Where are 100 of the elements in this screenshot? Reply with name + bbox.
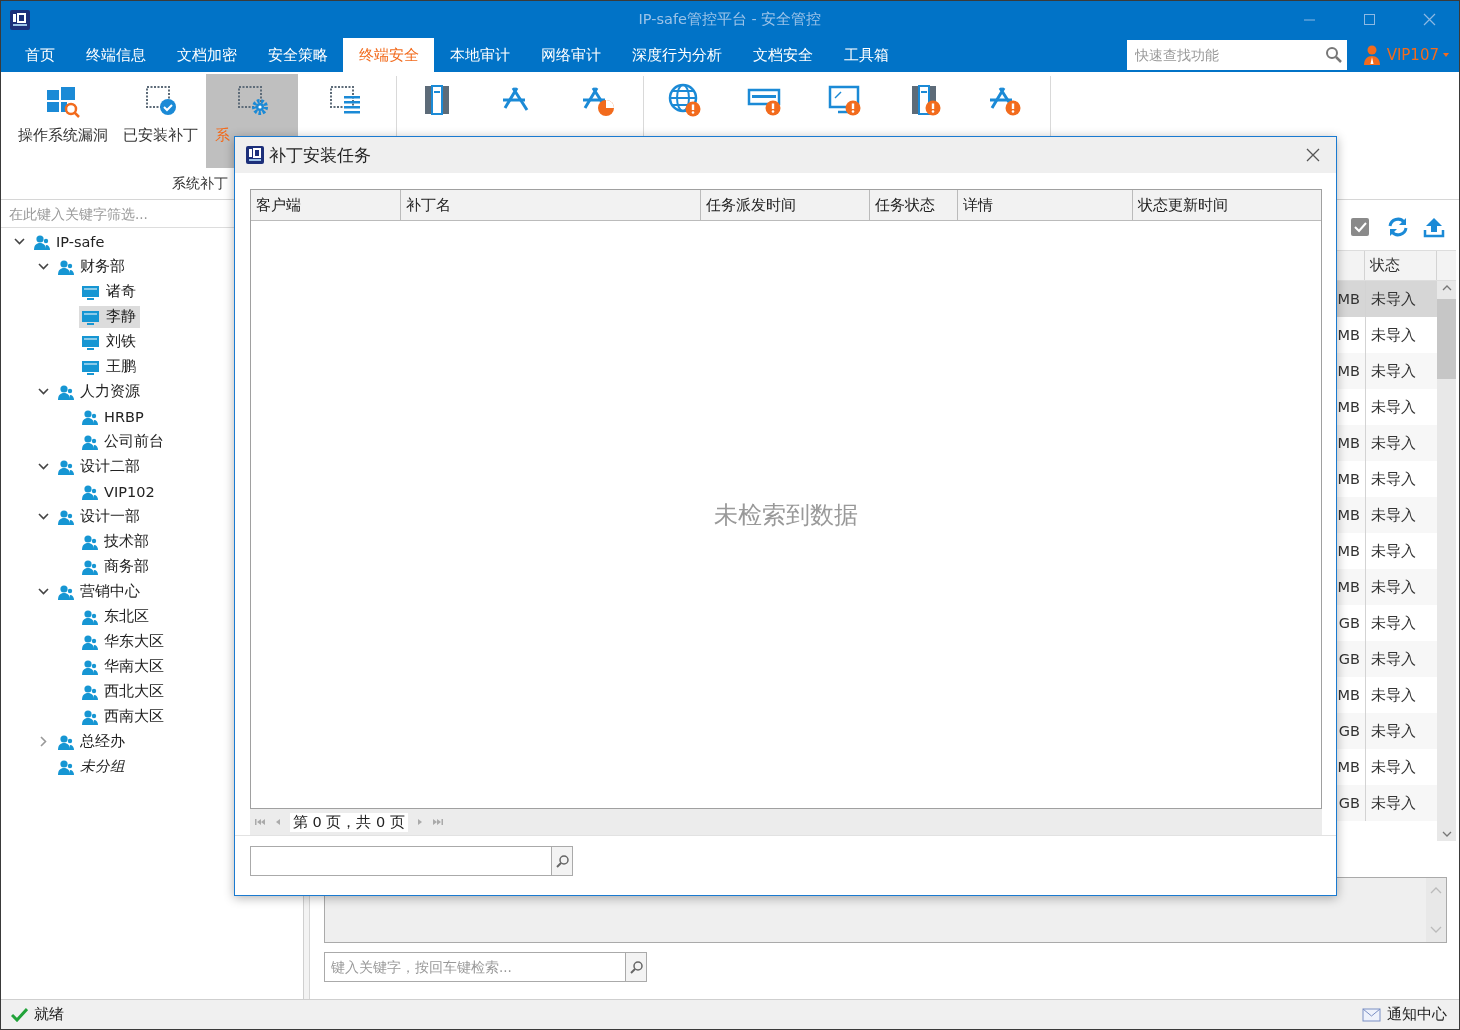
chevron-icon[interactable] (36, 260, 50, 273)
column-header[interactable]: 任务派发时间 (701, 190, 870, 220)
chevron-icon[interactable] (12, 235, 26, 248)
scroll-thumb[interactable] (1437, 299, 1456, 379)
people-icon (57, 758, 74, 775)
tree-item[interactable]: 人力资源 (55, 380, 144, 403)
close-button[interactable] (1306, 148, 1320, 162)
table-cell-text: MB (1336, 542, 1361, 561)
tree-item[interactable]: 诸奇 (79, 280, 140, 303)
menu-tab[interactable]: 网络审计 (525, 38, 616, 72)
tree-item[interactable]: 未分组 (55, 755, 129, 778)
ribbon-button[interactable]: 已安装补丁 (114, 74, 206, 168)
last-page-icon[interactable] (431, 817, 444, 827)
table-cell-text: MB (1336, 362, 1361, 381)
tree-item[interactable]: 王鹏 (79, 355, 140, 378)
table-cell-text: GB (1337, 650, 1361, 669)
people-icon (81, 408, 98, 425)
people-icon (81, 633, 98, 650)
menu-tab[interactable]: 文档加密 (161, 38, 252, 72)
people-icon (57, 458, 74, 475)
chevron-icon[interactable] (36, 585, 50, 598)
monitor-icon (81, 358, 100, 375)
globe-warning-icon (666, 82, 702, 118)
first-page-icon[interactable] (254, 817, 266, 827)
page-indicator: 第 0 页，共 0 页 (290, 812, 408, 832)
table-cell-text: MB (1336, 326, 1361, 345)
tree-item[interactable]: 西北大区 (79, 680, 168, 703)
tree-item[interactable]: 东北区 (79, 605, 153, 628)
column-header[interactable]: 详情 (958, 190, 1133, 220)
search-icon (555, 854, 569, 868)
menu-tab[interactable]: 安全策略 (252, 38, 343, 72)
menu-tab[interactable]: 本地审计 (434, 38, 525, 72)
table-cell-text: MB (1336, 758, 1361, 777)
status-text: 就绪 (34, 1005, 64, 1024)
tree-item[interactable]: 公司前台 (79, 430, 168, 453)
table-cell-text: MB (1336, 398, 1361, 417)
table-cell-text: GB (1337, 794, 1361, 813)
tree-item[interactable]: HRBP (79, 405, 148, 428)
tree-item[interactable]: 李静 (79, 305, 140, 328)
tree-item[interactable]: 设计一部 (55, 505, 144, 528)
table-cell-text: GB (1337, 614, 1361, 633)
tree-item[interactable]: 总经办 (55, 730, 129, 753)
caret-icon (1443, 53, 1449, 57)
people-icon (81, 483, 98, 500)
search-button[interactable] (625, 953, 646, 981)
ribbon-button[interactable]: 操作系统漏洞 (9, 74, 114, 168)
search-button[interactable] (551, 847, 572, 875)
chevron-icon[interactable] (36, 460, 50, 473)
tree-item[interactable]: 财务部 (55, 255, 129, 278)
monitor-icon (81, 283, 100, 300)
check-icon (11, 1007, 28, 1022)
column-header[interactable]: 状态 (1364, 251, 1437, 280)
quick-search-input[interactable]: 快速查找功能 (1132, 46, 1325, 64)
refresh-icon[interactable] (1386, 216, 1408, 238)
menu-tab[interactable]: 深度行为分析 (616, 38, 737, 72)
window-title: IP-safe管控平台 - 安全管控 (638, 10, 822, 29)
menu-tab[interactable]: 终端信息 (70, 38, 161, 72)
menu-tab[interactable]: 文档安全 (737, 38, 828, 72)
column-header[interactable]: 客户端 (251, 190, 401, 220)
people-icon (57, 583, 74, 600)
tree-item[interactable]: 华东大区 (79, 630, 168, 653)
table-cell-text: MB (1336, 434, 1361, 453)
notification-center-button[interactable]: 通知中心 (1362, 1005, 1447, 1024)
menu-tab[interactable]: 首页 (9, 38, 70, 72)
chevron-icon[interactable] (36, 385, 50, 398)
column-header[interactable]: 任务状态 (870, 190, 958, 220)
empty-message: 未检索到数据 (714, 499, 858, 531)
tree-item[interactable]: 营销中心 (55, 580, 144, 603)
chevron-icon[interactable] (36, 510, 50, 523)
people-icon (57, 733, 74, 750)
people-icon (81, 433, 98, 450)
tree-item[interactable]: 刘铁 (79, 330, 140, 353)
people-icon (81, 708, 98, 725)
people-icon (81, 658, 98, 675)
people-icon (81, 683, 98, 700)
table-cell-text: MB (1336, 470, 1361, 489)
tree-item[interactable]: VIP102 (79, 480, 159, 503)
people-icon (81, 533, 98, 550)
upload-icon[interactable] (1423, 216, 1445, 238)
column-header[interactable]: 补丁名 (401, 190, 701, 220)
table-cell-text: GB (1337, 722, 1361, 741)
people-icon (57, 258, 74, 275)
monitor-icon (81, 308, 100, 325)
tree-item[interactable]: 西南大区 (79, 705, 168, 728)
tree-item[interactable]: IP-safe (31, 230, 109, 253)
table-cell-text: MB (1336, 506, 1361, 525)
people-icon (81, 558, 98, 575)
people-icon (57, 508, 74, 525)
search-icon (629, 960, 643, 974)
column-header[interactable]: 状态更新时间 (1133, 190, 1321, 220)
menu-tab[interactable]: 工具箱 (828, 38, 904, 72)
tree-item[interactable]: 华南大区 (79, 655, 168, 678)
tree-item[interactable]: 商务部 (79, 555, 153, 578)
people-icon (57, 383, 74, 400)
quick-search-field[interactable]: 快速查找功能 (1126, 40, 1347, 70)
tree-item[interactable]: 技术部 (79, 530, 153, 553)
clipboard-check-icon[interactable] (1349, 216, 1371, 238)
scrollbar[interactable] (1437, 281, 1456, 841)
envelope-icon (1362, 1007, 1381, 1022)
tree-item[interactable]: 设计二部 (55, 455, 144, 478)
